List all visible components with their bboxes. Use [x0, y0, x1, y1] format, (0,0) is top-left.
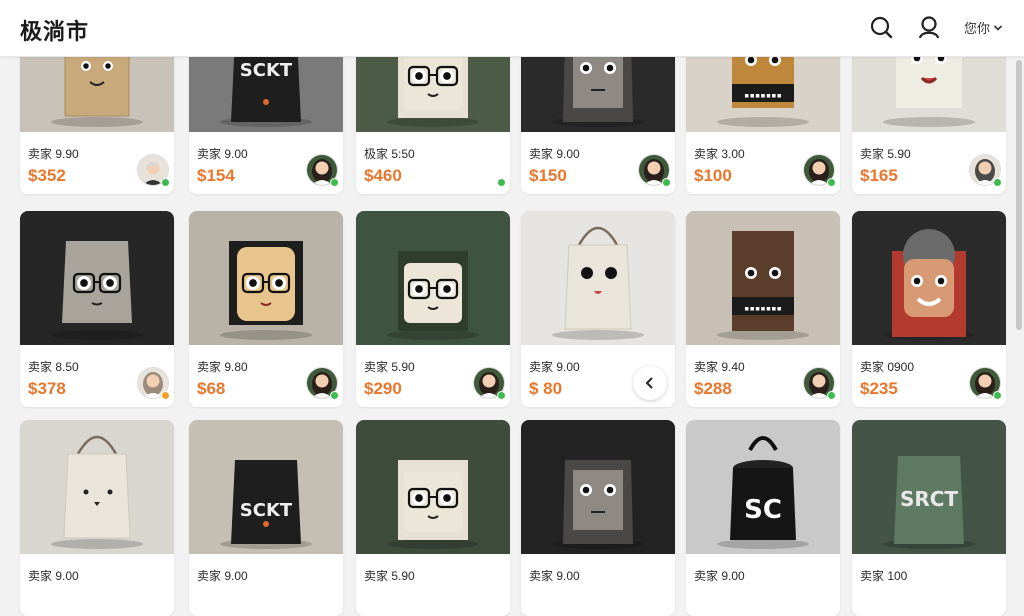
seller-label: 卖家 5.90	[860, 147, 911, 161]
product-image[interactable]: SRCT	[852, 420, 1006, 554]
seller-label: 卖家 5.90	[364, 360, 415, 374]
status-dot	[161, 391, 170, 400]
product-info: 卖家 9.00	[686, 554, 840, 616]
product-info: 卖家 9.00	[20, 554, 174, 616]
product-card[interactable]: SRCT 卖家 100	[852, 420, 1006, 616]
chevron-left-icon	[645, 377, 653, 389]
status-dot	[161, 178, 170, 187]
product-info: 卖家 0900 $235	[852, 345, 1006, 407]
status-dot	[993, 178, 1002, 187]
product-info: 卖家 3.00 $100	[686, 132, 840, 194]
product-card[interactable]: 卖家 0900 $235	[852, 211, 1006, 407]
search-icon[interactable]	[868, 14, 894, 40]
svg-text:SRCT: SRCT	[900, 487, 958, 511]
seller-label: 卖家 0900	[860, 360, 915, 374]
product-card[interactable]: 卖家 5.90 $290	[356, 211, 510, 407]
product-card[interactable]: 卖家 9.80 $68	[189, 211, 343, 407]
price-label: $235	[860, 379, 898, 398]
price-label: $154	[197, 166, 235, 185]
status-dot	[497, 391, 506, 400]
product-info: 卖家 8.50 $378	[20, 345, 174, 407]
product-info: 卖家 9.00 $150	[521, 132, 675, 194]
product-grid: 卖家 9.90 $352 SCKT 卖家 9.00 $154 极家 5:50 $460 卖家 …	[0, 0, 1024, 616]
seller-label: 卖家 9.00	[529, 360, 580, 374]
product-info: 卖家 9.90 $352	[20, 132, 174, 194]
price-label: $460	[364, 166, 402, 185]
product-info: 卖家 9.40 $288	[686, 345, 840, 407]
product-image[interactable]: SCKT	[189, 420, 343, 554]
status-dot	[827, 391, 836, 400]
product-card[interactable]: 卖家 8.50 $378	[20, 211, 174, 407]
product-card[interactable]: SCKT 卖家 9.00	[189, 420, 343, 616]
product-image[interactable]: ▪▪▪▪▪▪▪	[686, 211, 840, 345]
price-label: $150	[529, 166, 567, 185]
product-info: 卖家 9.00	[521, 554, 675, 616]
product-info: 卖家 9.00 $154	[189, 132, 343, 194]
seller-label: 极家 5:50	[364, 147, 415, 161]
seller-label: 卖家 9.90	[28, 147, 79, 161]
product-image[interactable]	[356, 211, 510, 345]
price-label: $378	[28, 379, 66, 398]
seller-label: 卖家 3.00	[694, 147, 745, 161]
product-card[interactable]: 卖家 9.00	[521, 420, 675, 616]
product-image[interactable]	[20, 420, 174, 554]
product-image[interactable]	[852, 211, 1006, 345]
seller-label: 卖家 9.40	[694, 360, 745, 374]
product-info: 卖家 5.90 $290	[356, 345, 510, 407]
product-image[interactable]	[20, 211, 174, 345]
product-card[interactable]: SC 卖家 9.00	[686, 420, 840, 616]
svg-text:SCKT: SCKT	[240, 500, 293, 521]
svg-text:▪▪▪▪▪▪▪: ▪▪▪▪▪▪▪	[744, 304, 782, 314]
status-dot	[662, 178, 671, 187]
seller-label: 卖家 9.80	[197, 360, 248, 374]
seller-label: 卖家 9.00	[529, 147, 580, 161]
product-info: 卖家 100	[852, 554, 1006, 616]
price-label: $288	[694, 379, 732, 398]
price-label: $352	[28, 166, 66, 185]
price-label: $290	[364, 379, 402, 398]
scrollbar[interactable]	[1016, 60, 1022, 330]
product-image[interactable]	[356, 420, 510, 554]
price-label: $165	[860, 166, 898, 185]
product-card[interactable]: 卖家 5.90	[356, 420, 510, 616]
product-info: 卖家 5.90	[356, 554, 510, 616]
product-info: 卖家 5.90 $165	[852, 132, 1006, 194]
product-card[interactable]: ▪▪▪▪▪▪▪ 卖家 9.40 $288	[686, 211, 840, 407]
product-image[interactable]: SC	[686, 420, 840, 554]
svg-text:SCKT: SCKT	[240, 60, 293, 81]
prev-page-button[interactable]	[633, 366, 667, 400]
product-image[interactable]	[521, 420, 675, 554]
chevron-down-icon	[993, 24, 1003, 31]
status-dot	[497, 178, 506, 187]
app-title[interactable]: 极淌市	[20, 14, 89, 46]
product-info: 卖家 9.80 $68	[189, 345, 343, 407]
top-header: 极淌市 您你	[0, 0, 1024, 57]
product-card[interactable]: 卖家 9.00	[20, 420, 174, 616]
seller-label: 卖家 9.00	[197, 147, 248, 161]
svg-text:SC: SC	[744, 495, 782, 525]
status-dot	[993, 391, 1002, 400]
product-info: 极家 5:50 $460	[356, 132, 510, 194]
product-info: 卖家 9.00	[189, 554, 343, 616]
user-menu-label: 您你	[964, 21, 991, 36]
price-label: $ 80	[529, 379, 563, 398]
product-image[interactable]	[189, 211, 343, 345]
product-image[interactable]	[521, 211, 675, 345]
status-dot	[330, 391, 339, 400]
seller-label: 卖家 8.50	[28, 360, 79, 374]
user-menu[interactable]: 您你	[964, 18, 1003, 37]
price-label: $68	[197, 379, 226, 398]
user-icon[interactable]	[916, 14, 942, 40]
price-label: $100	[694, 166, 732, 185]
status-dot	[827, 178, 836, 187]
status-dot	[330, 178, 339, 187]
svg-text:▪▪▪▪▪▪▪: ▪▪▪▪▪▪▪	[744, 91, 782, 101]
